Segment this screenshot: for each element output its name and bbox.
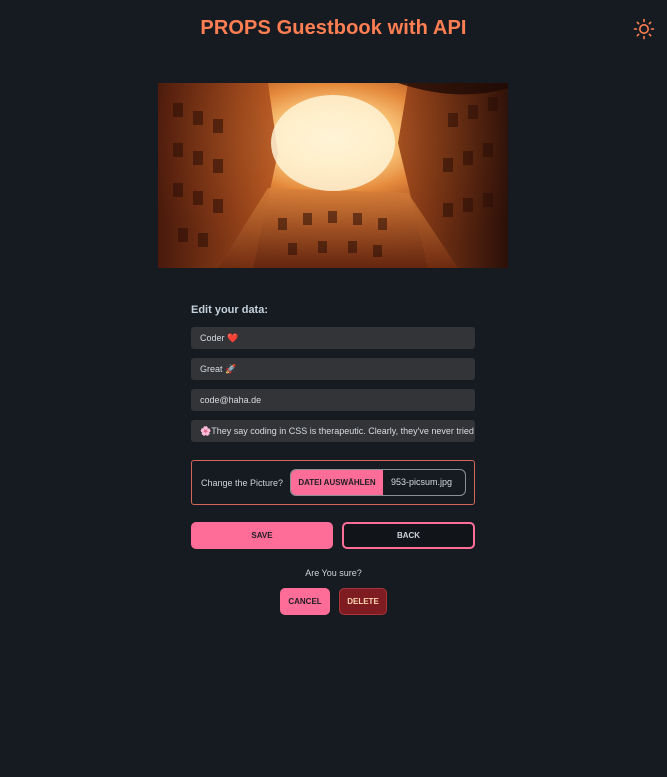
save-button[interactable]: SAVE	[191, 522, 333, 549]
rating-field[interactable]: Great 🚀	[191, 358, 475, 380]
message-field[interactable]: 🌸They say coding in CSS is therapeutic. …	[191, 420, 475, 442]
sun-icon[interactable]	[633, 18, 655, 40]
name-field[interactable]: Coder ❤️	[191, 327, 475, 349]
form-heading: Edit your data:	[191, 304, 269, 316]
confirm-text: Are You sure?	[305, 568, 362, 578]
file-picker[interactable]: DATEI AUSWÄHLEN 953-picsum.jpg	[290, 469, 466, 496]
cancel-button[interactable]: CANCEL	[280, 588, 330, 615]
guestbook-edit-page: PROPS Guestbook with API Edit your data:…	[0, 0, 667, 777]
email-field[interactable]: code@haha.de	[191, 389, 475, 411]
file-upload-box: Change the Picture? DATEI AUSWÄHLEN 953-…	[191, 460, 475, 505]
file-name: 953-picsum.jpg	[391, 477, 453, 487]
choose-file-button[interactable]: DATEI AUSWÄHLEN	[291, 470, 383, 495]
back-button[interactable]: BACK	[342, 522, 475, 549]
file-label: Change the Picture?	[201, 478, 284, 488]
edit-form: Edit your data: Coder ❤️ Great 🚀 code@ha…	[191, 304, 475, 451]
page-title: PROPS Guestbook with API	[200, 17, 467, 39]
hero-image	[158, 83, 508, 268]
delete-button[interactable]: DELETE	[339, 588, 387, 615]
